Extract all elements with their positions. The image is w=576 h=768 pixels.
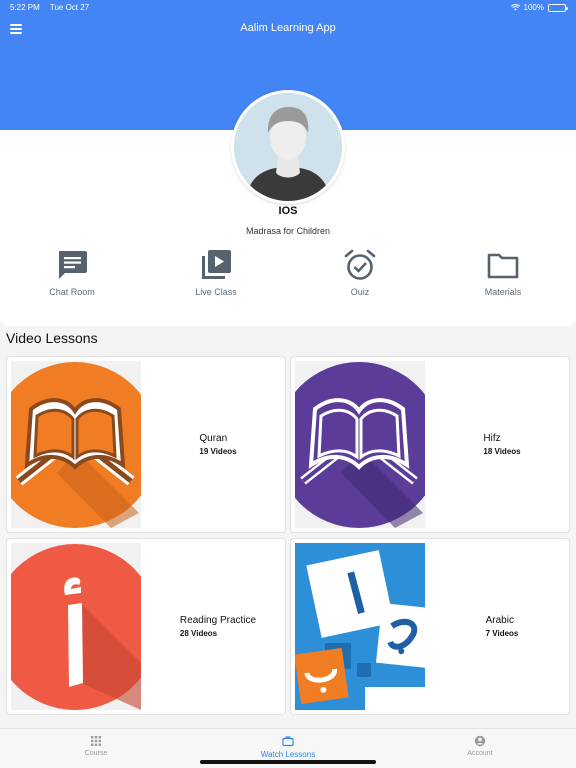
lesson-title: Hifz xyxy=(483,433,501,444)
materials-button[interactable]: Materials xyxy=(448,248,558,297)
status-bar: 5:22 PM Tue Oct 27 100% xyxy=(0,0,576,14)
tab-account[interactable]: Account xyxy=(420,735,540,757)
tab-course[interactable]: Course xyxy=(36,735,156,757)
app-title: Aalim Learning App xyxy=(240,22,336,34)
lesson-count: 19 Videos xyxy=(199,447,237,456)
lesson-title: Arabic xyxy=(485,615,514,626)
quick-actions: Chat Room Live Class Ouiz Materials xyxy=(0,248,576,304)
arabic-letter-alif-icon xyxy=(11,544,141,710)
quiz-button[interactable]: Ouiz xyxy=(305,248,415,297)
arabic-letter-tiles-icon xyxy=(295,543,425,710)
lesson-count: 28 Videos xyxy=(179,629,218,638)
lesson-count: 7 Videos xyxy=(485,629,519,638)
grid-icon xyxy=(91,736,101,746)
video-library-icon xyxy=(202,250,231,279)
chat-room-label: Chat Room xyxy=(49,287,95,297)
chat-icon xyxy=(59,251,87,279)
quran-thumbnail xyxy=(11,361,141,528)
live-class-button[interactable]: Live Class xyxy=(161,248,271,297)
arabic-thumbnail xyxy=(295,543,425,710)
tab-account-label: Account xyxy=(467,750,493,757)
lesson-card-reading-practice[interactable]: Reading Practice 28 Videos xyxy=(6,538,286,715)
avatar xyxy=(231,90,345,204)
profile-name: IOS xyxy=(278,205,298,217)
battery-percentage: 100% xyxy=(523,3,544,12)
live-class-label: Live Class xyxy=(195,287,237,297)
status-time: 5:22 PM xyxy=(10,3,40,12)
briefcase-icon xyxy=(282,736,294,747)
lesson-title: Reading Practice xyxy=(179,615,257,626)
account-circle-icon xyxy=(474,735,486,747)
tab-watch-lessons[interactable]: Watch Lessons xyxy=(228,735,348,759)
lesson-title: Quran xyxy=(199,433,228,444)
folder-icon xyxy=(487,253,519,279)
alarm-clock-check-icon xyxy=(344,249,376,280)
tab-watch-lessons-label: Watch Lessons xyxy=(260,750,316,759)
lesson-card-hifz[interactable]: Hifz 18 Videos xyxy=(290,356,570,533)
profile-subtitle: Madrasa for Children xyxy=(245,226,331,236)
quran-book-icon xyxy=(295,362,425,528)
quran-book-icon xyxy=(11,362,141,528)
chat-room-button[interactable]: Chat Room xyxy=(17,248,127,297)
quiz-label: Ouiz xyxy=(350,287,370,297)
user-avatar-icon xyxy=(234,93,342,201)
materials-label: Materials xyxy=(484,287,522,297)
lesson-card-arabic[interactable]: Arabic 7 Videos xyxy=(290,538,570,715)
video-lessons-title: Video Lessons xyxy=(6,330,98,346)
reading-practice-thumbnail xyxy=(11,543,141,710)
battery-icon xyxy=(548,3,568,12)
status-date: Tue Oct 27 xyxy=(49,3,90,12)
tab-course-label: Course xyxy=(84,750,108,757)
wifi-icon xyxy=(510,4,520,11)
home-indicator xyxy=(200,760,376,764)
lesson-card-quran[interactable]: Quran 19 Videos xyxy=(6,356,286,533)
hifz-thumbnail xyxy=(295,361,425,528)
lesson-count: 18 Videos xyxy=(483,447,521,456)
